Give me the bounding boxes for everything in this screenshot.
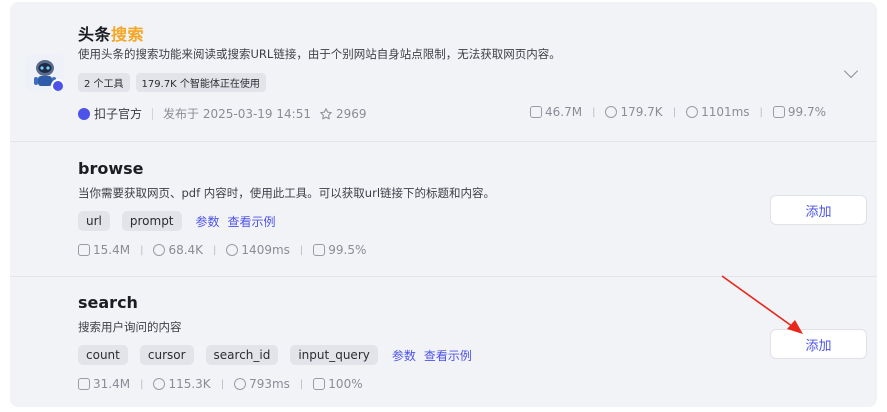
stat-success: 99.7%: [772, 105, 827, 119]
stat-latency-value: 1409ms: [241, 243, 290, 257]
users-icon: [605, 106, 618, 118]
param-chip: url: [78, 211, 110, 231]
calls-icon: [530, 106, 542, 118]
tool-links: 参数 查看示例: [196, 213, 276, 230]
stat-latency-value: 793ms: [249, 377, 290, 391]
plugin-title-highlight: 搜索: [111, 25, 145, 44]
stat-success-value: 100%: [328, 377, 363, 391]
divider: |: [759, 106, 763, 118]
publisher[interactable]: 扣子官方: [78, 105, 142, 122]
agent-usage-tag: 179.7K 个智能体正在使用: [135, 73, 266, 92]
chevron-down-icon[interactable]: [843, 63, 859, 79]
divider: |: [140, 244, 144, 256]
param-chip: prompt: [121, 211, 182, 231]
star-icon: [320, 107, 332, 119]
stat-users: 68.4K: [153, 243, 203, 257]
params-link[interactable]: 参数: [196, 213, 220, 230]
divider: |: [213, 244, 217, 256]
tool-description: 当你需要获取网页、pdf 内容时，使用此工具。可以获取url链接下的标题和内容。: [78, 186, 496, 200]
param-chip: cursor: [139, 345, 194, 365]
official-badge-icon: [51, 79, 64, 92]
stat-users-value: 68.4K: [168, 243, 204, 257]
stat-users: 179.7K: [605, 105, 663, 119]
tool-browse: browse 当你需要获取网页、pdf 内容时，使用此工具。可以获取url链接下…: [10, 143, 877, 277]
divider: |: [299, 378, 304, 390]
stat-calls: 15.4M: [78, 243, 130, 257]
divider: |: [299, 244, 304, 256]
plugin-stats: 46.7M | 179.7K | 1101ms | 99.7%: [530, 105, 826, 119]
tool-stats: 31.4M | 115.3K | 793ms | 100%: [78, 377, 363, 391]
publisher-name: 扣子官方: [94, 107, 143, 121]
stat-success: 100%: [313, 377, 363, 391]
success-rate-icon: [313, 244, 326, 256]
tool-name: search: [78, 293, 138, 312]
stat-latency: 1409ms: [226, 243, 290, 257]
add-tool-button[interactable]: 添加: [770, 195, 867, 225]
stat-calls-value: 46.7M: [545, 105, 583, 119]
tool-name: browse: [78, 159, 144, 178]
stat-calls: 31.4M: [78, 377, 130, 391]
users-icon: [153, 378, 166, 390]
stat-latency: 1101ms: [686, 105, 750, 119]
tool-stats: 15.4M | 68.4K | 1409ms | 99.5%: [78, 243, 366, 257]
stat-users: 115.3K: [153, 377, 211, 391]
star-count[interactable]: 2969: [319, 107, 367, 121]
stat-success: 99.5%: [313, 243, 366, 257]
divider: [152, 107, 154, 120]
param-chip: count: [78, 345, 128, 365]
tool-count-tag: 2 个工具: [78, 73, 130, 92]
plugin-description: 使用头条的搜索功能来阅读或搜索URL链接，由于个别网站自身站点限制，无法获取网页…: [78, 47, 561, 61]
calls-icon: [78, 378, 90, 390]
clock-icon: [234, 378, 247, 390]
stat-users-value: 179.7K: [620, 105, 663, 119]
plugin-meta: 扣子官方 发布于 2025-03-19 14:51 2969: [78, 105, 367, 122]
tool-search: search 搜索用户询问的内容 count cursor search_id …: [10, 277, 877, 411]
param-chip: search_id: [205, 345, 279, 365]
stat-users-value: 115.3K: [168, 377, 211, 391]
add-tool-button[interactable]: 添加: [770, 329, 867, 359]
plugin-avatar: [26, 54, 64, 92]
stat-calls-value: 31.4M: [93, 377, 131, 391]
stat-latency-value: 1101ms: [701, 105, 750, 119]
stat-calls-value: 15.4M: [93, 243, 131, 257]
clock-icon: [686, 106, 699, 118]
tool-links: 参数 查看示例: [392, 347, 472, 364]
clock-icon: [226, 244, 239, 256]
view-example-link[interactable]: 查看示例: [228, 213, 276, 230]
tool-params: count cursor search_id input_query 参数 查看…: [78, 345, 472, 365]
divider: |: [140, 378, 144, 390]
plugin-panel: 头条搜索 使用头条的搜索功能来阅读或搜索URL链接，由于个别网站自身站点限制，无…: [10, 2, 877, 407]
stat-latency: 793ms: [234, 377, 290, 391]
view-example-link[interactable]: 查看示例: [424, 347, 472, 364]
publish-date: 发布于 2025-03-19 14:51: [163, 107, 311, 121]
calls-icon: [78, 244, 90, 256]
divider: |: [592, 106, 596, 118]
tool-description: 搜索用户询问的内容: [78, 320, 182, 334]
param-chip: input_query: [290, 345, 378, 365]
plugin-title: 头条搜索: [78, 21, 144, 45]
success-rate-icon: [313, 378, 326, 390]
users-icon: [153, 244, 166, 256]
success-rate-icon: [772, 106, 785, 118]
plugin-tags: 2 个工具 179.7K 个智能体正在使用: [78, 73, 266, 92]
params-link[interactable]: 参数: [392, 347, 416, 364]
stat-calls: 46.7M: [530, 105, 582, 119]
plugin-title-main: 头条: [78, 25, 112, 44]
publisher-logo-icon: [78, 107, 90, 120]
divider: |: [220, 378, 225, 390]
divider: |: [672, 106, 677, 118]
stat-success-value: 99.7%: [787, 105, 827, 119]
stat-success-value: 99.5%: [328, 243, 367, 257]
tool-params: url prompt 参数 查看示例: [78, 211, 276, 231]
star-count-value: 2969: [335, 106, 367, 121]
plugin-header[interactable]: 头条搜索 使用头条的搜索功能来阅读或搜索URL链接，由于个别网站自身站点限制，无…: [10, 2, 877, 142]
